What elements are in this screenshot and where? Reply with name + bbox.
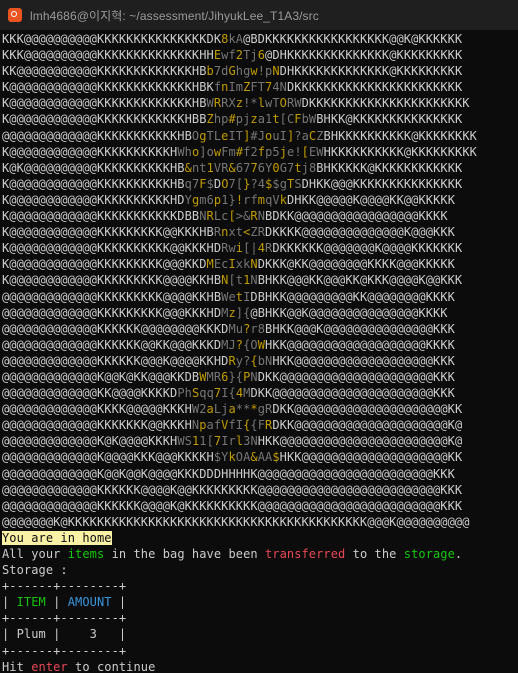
window-title: lmh4686@이지혁: ~/assessment/JihyukLee_T1A3… bbox=[30, 8, 319, 23]
transfer-message: All your items in the bag have been tran… bbox=[2, 546, 518, 562]
row-amount: 3 bbox=[89, 627, 97, 642]
ascii-art-line: @@@@@@@@@@@@@KKKKKKKKK@@@KKKHDMz]{@BHKK@… bbox=[2, 305, 448, 320]
ascii-art-line: K@@@@@@@@@@@@KKKKKKKKKKHDYgm6p1}!rfmqVkD… bbox=[2, 192, 456, 207]
ascii-art-line: K@@@@@@@@@@@@KKKKKKKKK@@@KKDMEcIxkNDKKK@… bbox=[2, 257, 455, 272]
storage-label: Storage : bbox=[2, 563, 68, 578]
ascii-art-line: K@@@@@@@@@@@@KKKKKKKKKKKDBBNRLc[>&RNBDKK… bbox=[2, 209, 448, 224]
ascii-art-line: K@K@@@@@@@@@@KKKKKKKKKKHB&nt1VR&6776Y0G7… bbox=[2, 160, 463, 175]
msg-text: to the bbox=[345, 547, 404, 561]
header-amount: AMOUNT bbox=[67, 595, 112, 610]
storage-word: storage bbox=[403, 547, 455, 561]
ascii-art-line: K@@@@@@@@@@@@KKKKKKKKKK@@KKKHDRwi[|4RDKK… bbox=[2, 241, 463, 256]
ascii-art-line: @@@@@@@@@@@@@K@K@@@@KKKHWS11[7Irl3NHKK@@… bbox=[2, 434, 463, 449]
continue-prompt: Hit enter to continue bbox=[2, 659, 518, 673]
ascii-art-line: @@@@@@@@@@@@@K@@K@@K@@@@KKKDDDHHHHK@@@@@… bbox=[2, 466, 455, 481]
table-border-bottom: +------+--------+ bbox=[2, 643, 127, 658]
ascii-art-line: @@@@@@@@@@@@@KKKKKK@@@@K@KKKKKKKKKK@@@@@… bbox=[2, 498, 463, 513]
ascii-art-line: K@@@@@@@@@@@@KKKKKKKKKKKKKHBWRRXz!*lwTOR… bbox=[2, 96, 470, 111]
msg-text: in the bag have been bbox=[104, 547, 265, 561]
ascii-art-line: K@@@@@@@@@@@@KKKKKKKKKKKKHBBZhp#pjza1t[C… bbox=[2, 112, 463, 127]
location-line: You are in home bbox=[2, 530, 518, 546]
ascii-art-line: @@@@@@@@@@@@@KK@@@@KKKKDPhSqq7I{4MDKK@@@… bbox=[2, 386, 455, 401]
ascii-art-line: KK@@@@@@@@@@@KKKKKKKKKKKKKHBb7dGhgw!pNDH… bbox=[2, 64, 463, 79]
title-bar[interactable]: lmh4686@이지혁: ~/assessment/JihyukLee_T1A3… bbox=[0, 0, 518, 30]
ascii-art-line: @@@@@@@@@@@@@K@@@@KKK@@@KKKKH$YkOA&AA$HK… bbox=[2, 450, 463, 465]
msg-text: All your bbox=[2, 547, 68, 561]
msg-text: . bbox=[454, 547, 463, 561]
ascii-art-line: @@@@@@@@@@@@@KKKKKKKKKKKHBOgTLeIT]#JouI]… bbox=[2, 128, 477, 143]
ascii-art-line: @@@@@@@@@@@@@KKKKKK@@KK@@@KKKDMJ?{OWHKK@… bbox=[2, 337, 455, 352]
ascii-art-line: @@@@@@@@@@@@@KKKKKKKKK@@@@KKHBWetIDBHKK@… bbox=[2, 289, 455, 304]
ascii-art-line: K@@@@@@@@@@@@KKKKKKKKKKKKKHBKfnImZFT74ND… bbox=[2, 80, 463, 95]
items-word: items bbox=[67, 547, 105, 561]
ascii-art-line: K@@@@@@@@@@@@KKKKKKKKKKHWho]owFm#f2fp5je… bbox=[2, 144, 477, 159]
table-border-top: +------+--------+ bbox=[2, 579, 127, 594]
transferred-word: transferred bbox=[264, 547, 346, 561]
header-item: ITEM bbox=[16, 595, 46, 610]
ascii-art-line: K@@@@@@@@@@@@KKKKKKKKK@@KKKHBRnxt<ZRDKKK… bbox=[2, 225, 455, 240]
ascii-art-line: @@@@@@@@@@@@@KKKK@@@@@KKKHW2aLja***gRDKK… bbox=[2, 402, 463, 417]
ascii-art-line: @@@@@@@@@@@@@K@@K@KK@@@KKDBWMR6}{PNDKK@@… bbox=[2, 369, 455, 384]
ascii-art-line: KKK@@@@@@@@@@KKKKKKKKKKKKKKKDK8kA@BDKKKK… bbox=[2, 32, 463, 46]
ubuntu-terminal-icon bbox=[8, 8, 22, 22]
table-header-row: | ITEM | AMOUNT | bbox=[2, 595, 127, 610]
prompt-text: to continue bbox=[67, 659, 156, 673]
row-item: Plum bbox=[16, 627, 46, 642]
ascii-art-line: KKK@@@@@@@@@@KKKKKKKKKKKKKKHHEwf2Tj6@DHK… bbox=[2, 48, 463, 63]
table-border-mid: +------+--------+ bbox=[2, 611, 127, 626]
enter-word: enter bbox=[31, 659, 68, 673]
ascii-art-line: K@@@@@@@@@@@@KKKKKKKKKKHBq7F$DO7[}?4$$gT… bbox=[2, 176, 463, 191]
table-row: | Plum | 3 | bbox=[2, 627, 127, 642]
prompt-text: Hit bbox=[2, 659, 32, 673]
terminal-window: lmh4686@이지혁: ~/assessment/JihyukLee_T1A3… bbox=[0, 0, 518, 673]
ascii-art-line: @@@@@@@@@@@@@KKKKKK@@@K@@@@KKHDRy?{bNHKK… bbox=[2, 353, 455, 368]
location-banner: You are in home bbox=[2, 530, 112, 545]
ascii-art-line: @@@@@@@@@@@@@KKKKKK@@@@@@@@KKKDMu?r8BHKK… bbox=[2, 321, 455, 336]
ascii-art-line: @@@@@@@@@@@@@KKKKKK@@@@K@@KKKKKKKKK@@@@@… bbox=[2, 482, 463, 497]
ascii-art-line: @@@@@@@K@KKKKKKKKKKKKKKKKKKKKKKKKKKKKKKK… bbox=[2, 514, 470, 529]
ascii-art: KKK@@@@@@@@@@KKKKKKKKKKKKKKKDK8kA@BDKKKK… bbox=[2, 31, 518, 530]
terminal-output[interactable]: KKK@@@@@@@@@@KKKKKKKKKKKKKKKDK8kA@BDKKKK… bbox=[2, 31, 518, 673]
ascii-art-line: @@@@@@@@@@@@@KKKKKKK@@KKKHNpafVfI{{FRDKK… bbox=[2, 418, 463, 433]
ascii-art-line: K@@@@@@@@@@@@KKKKKKKKK@@@@KKHBN[t1NBHKK@… bbox=[2, 273, 463, 288]
